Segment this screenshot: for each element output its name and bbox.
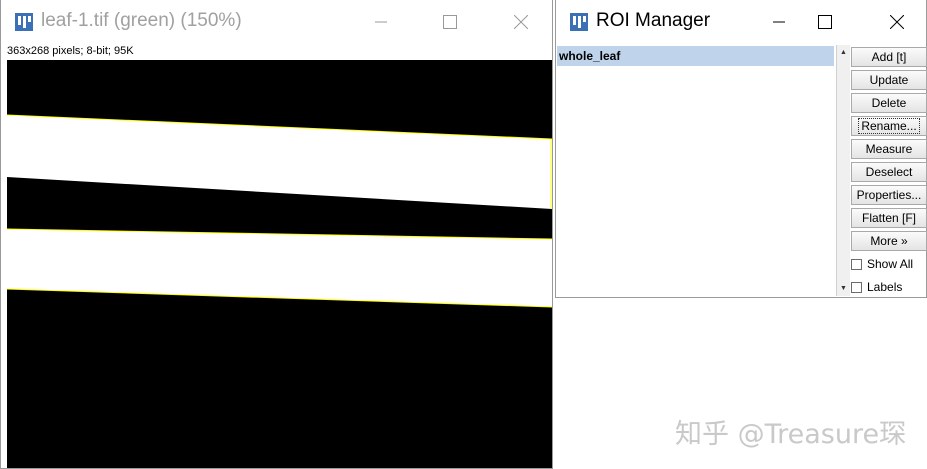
- rename-button-label: Rename...: [858, 118, 920, 134]
- add-button[interactable]: Add [t]: [851, 47, 927, 67]
- maximize-button[interactable]: [427, 4, 473, 40]
- imagej-icon: [15, 13, 33, 31]
- roi-manager-window: ROI Manager whole_leaf ▲ ▼ Add [t] Updat…: [555, 0, 927, 298]
- measure-button[interactable]: Measure: [851, 139, 927, 159]
- deselect-button-label: Deselect: [865, 165, 913, 179]
- deselect-button[interactable]: Deselect: [851, 162, 927, 182]
- minimize-button[interactable]: [358, 4, 404, 40]
- show-all-checkbox-box[interactable]: [851, 258, 862, 270]
- rename-button[interactable]: Rename...: [851, 116, 927, 136]
- properties-button[interactable]: Properties...: [851, 185, 927, 205]
- labels-checkbox[interactable]: Labels: [851, 278, 902, 296]
- roi-manager-title: ROI Manager: [596, 10, 711, 31]
- image-window-title: leaf-1.tif (green) (150%): [41, 10, 242, 31]
- maximize-button[interactable]: [802, 4, 848, 40]
- image-window: leaf-1.tif (green) (150%) 363x268 pixels…: [0, 0, 553, 469]
- close-button[interactable]: [874, 4, 920, 40]
- scroll-down-icon[interactable]: ▼: [837, 282, 850, 295]
- update-button-label: Update: [869, 73, 909, 87]
- roi-list-item[interactable]: whole_leaf: [557, 46, 834, 66]
- close-icon: [514, 15, 528, 29]
- close-button[interactable]: [498, 4, 544, 40]
- roi-list[interactable]: whole_leaf: [556, 45, 837, 296]
- image-canvas[interactable]: [7, 60, 552, 468]
- image-window-titlebar[interactable]: leaf-1.tif (green) (150%): [1, 0, 552, 44]
- minimize-button[interactable]: [756, 4, 802, 40]
- maximize-icon: [443, 15, 457, 29]
- delete-button[interactable]: Delete: [851, 93, 927, 113]
- show-all-label: Show All: [867, 257, 914, 271]
- labels-label: Labels: [867, 280, 903, 294]
- more-button-label: More »: [870, 234, 908, 248]
- update-button[interactable]: Update: [851, 70, 927, 90]
- close-icon: [890, 15, 904, 29]
- imagej-icon: [570, 13, 588, 31]
- delete-button-label: Delete: [871, 96, 907, 110]
- scroll-up-icon[interactable]: ▲: [837, 46, 850, 59]
- add-button-label: Add [t]: [871, 50, 907, 64]
- roi-list-scrollbar[interactable]: ▲ ▼: [836, 45, 850, 296]
- maximize-icon: [818, 15, 832, 29]
- labels-checkbox-box[interactable]: [851, 281, 862, 293]
- measure-button-label: Measure: [865, 142, 913, 156]
- more-button[interactable]: More »: [851, 231, 927, 251]
- watermark: 知乎 @Treasure琛: [675, 419, 907, 450]
- image-info: 363x268 pixels; 8-bit; 95K: [7, 45, 134, 57]
- minimize-icon: [375, 21, 387, 23]
- properties-button-label: Properties...: [856, 188, 922, 202]
- leaf-image[interactable]: [7, 60, 552, 468]
- flatten-button[interactable]: Flatten [F]: [851, 208, 927, 228]
- minimize-icon: [773, 21, 785, 23]
- flatten-button-label: Flatten [F]: [861, 211, 917, 225]
- roi-manager-titlebar[interactable]: ROI Manager: [556, 0, 926, 44]
- show-all-checkbox[interactable]: Show All: [851, 255, 913, 273]
